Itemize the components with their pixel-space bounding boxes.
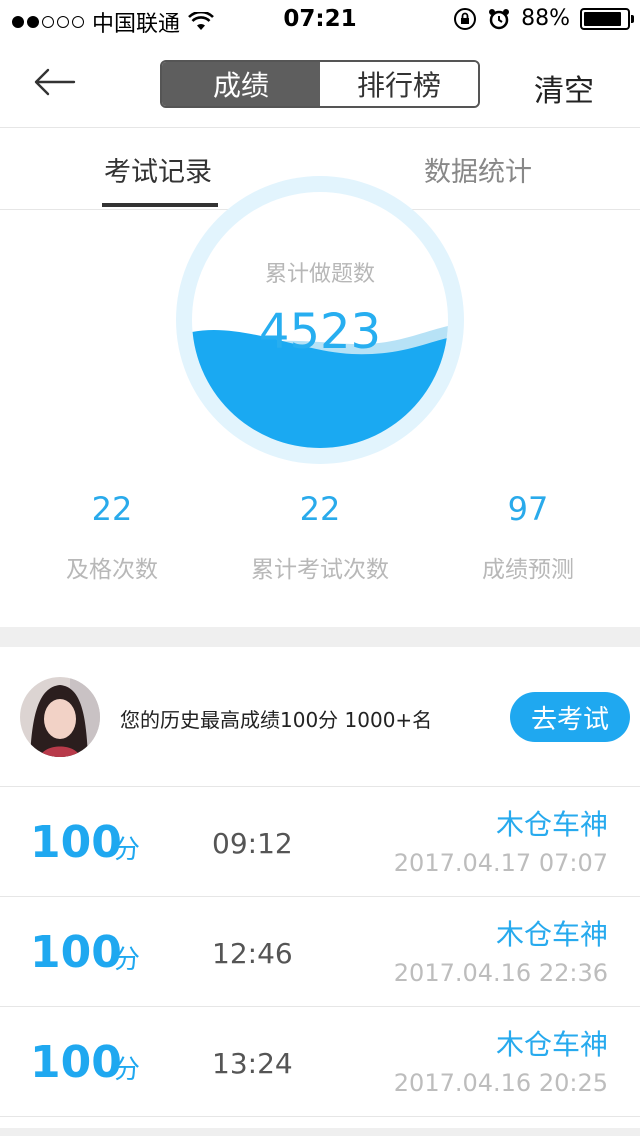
stats-row: 22 及格次数 22 累计考试次数 97 成绩预测 [0,490,640,600]
battery-icon [580,7,634,30]
gauge-label: 累计做题数 [264,262,375,287]
section-divider [0,627,640,647]
record-score: 100 [30,817,122,868]
back-button[interactable] [30,62,80,102]
stat-value: 22 [91,490,133,528]
record-title: 木仓车神 [495,808,608,841]
stat-label: 累计考试次数 [251,557,389,583]
question-count-gauge: 累计做题数 4523 [176,176,464,464]
list-item[interactable]: 100 分 12:46 木仓车神 2017.04.16 22:36 [0,897,640,1007]
tab-data-statistics[interactable]: 数据统计 [424,150,532,189]
tab-exam-records[interactable]: 考试记录 [104,150,212,189]
gauge-inner: 累计做题数 4523 [192,192,448,448]
record-score: 100 [30,927,122,978]
record-datetime: 2017.04.17 07:07 [393,849,608,877]
record-duration: 12:46 [212,937,293,970]
segment-leaderboard[interactable]: 排行榜 [320,62,478,106]
list-item[interactable]: 100 分 09:12 木仓车神 2017.04.17 07:07 [0,787,640,897]
alarm-icon [489,8,510,29]
record-title: 木仓车神 [495,1028,608,1061]
gauge-value: 4523 [258,304,382,360]
list-item[interactable]: 100 分 13:24 木仓车神 2017.04.16 20:25 [0,1007,640,1117]
clear-button[interactable]: 清空 [534,66,594,110]
bottom-divider [0,1128,640,1136]
record-duration: 09:12 [212,827,293,860]
stat-label: 成绩预测 [482,557,574,583]
status-bar: 中国联通 07:21 88% [0,0,640,40]
nav-bar: 成绩 排行榜 清空 [0,40,640,128]
record-duration: 13:24 [212,1047,293,1080]
stat-pass-count: 22 及格次数 [2,490,222,584]
segmented-control: 成绩 排行榜 [160,60,480,108]
record-datetime: 2017.04.16 20:25 [393,1069,608,1097]
record-datetime: 2017.04.16 22:36 [393,959,608,987]
record-title: 木仓车神 [495,918,608,951]
segment-scores[interactable]: 成绩 [162,62,320,106]
stat-value: 22 [299,490,341,528]
stat-label: 及格次数 [66,557,158,583]
battery-percent: 88% [521,6,570,31]
record-score-unit: 分 [114,945,141,975]
status-right: 88% [453,6,634,31]
record-score-unit: 分 [114,835,141,865]
take-exam-button[interactable]: 去考试 [510,692,630,742]
stat-score-prediction: 97 成绩预测 [418,490,638,584]
stat-exam-count: 22 累计考试次数 [210,490,430,584]
best-score-text: 您的历史最高成绩100分 1000+名 [120,708,433,732]
record-score-unit: 分 [114,1055,141,1085]
stat-value: 97 [507,490,549,528]
rotation-lock-icon [454,7,477,30]
record-score: 100 [30,1037,122,1088]
back-arrow-icon [34,68,76,96]
best-score-row: 您的历史最高成绩100分 1000+名 去考试 [0,647,640,787]
avatar [20,677,100,757]
